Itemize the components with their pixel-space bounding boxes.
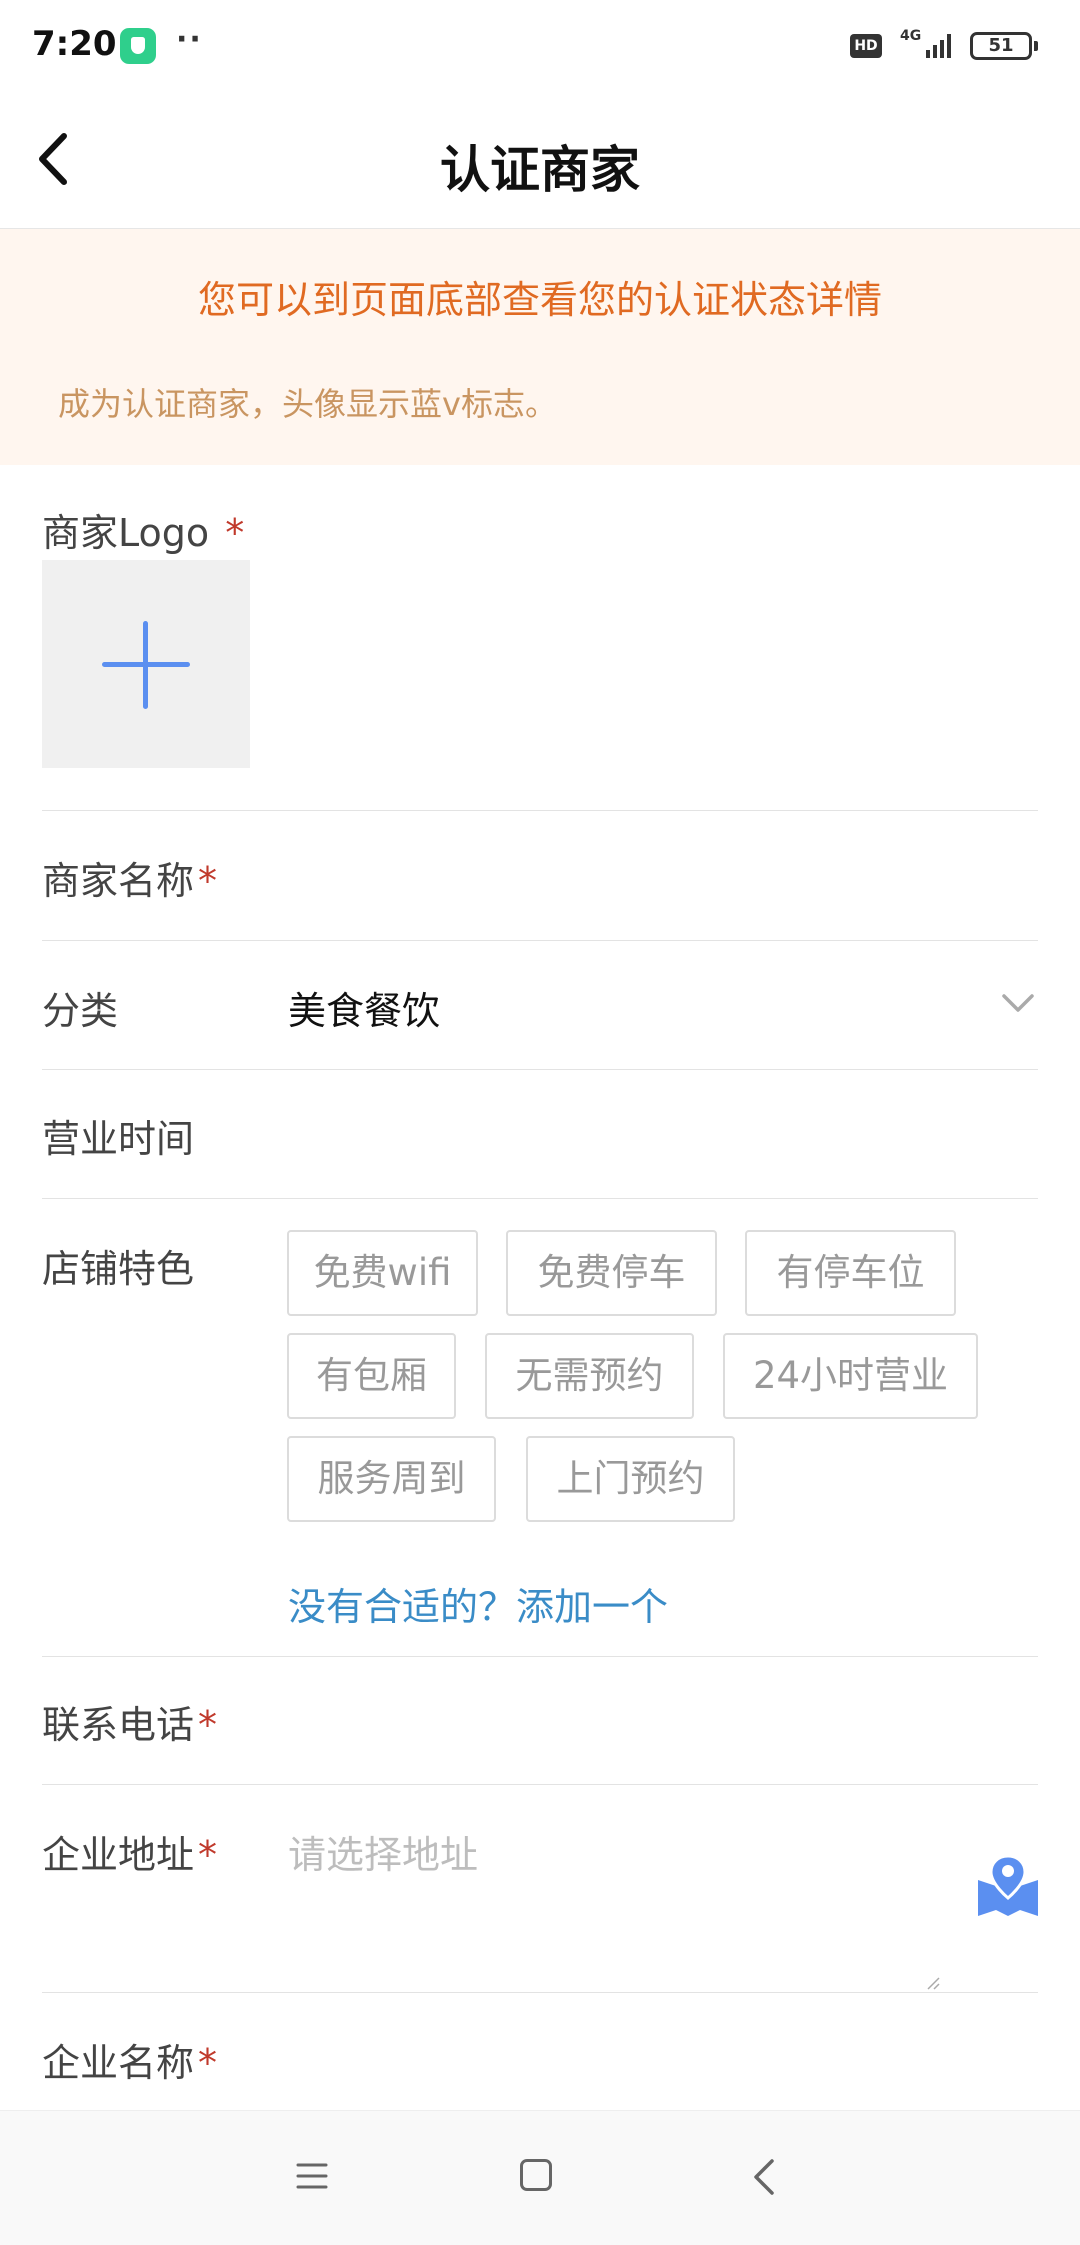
notice-banner: 您可以到页面底部查看您的认证状态详情 成为认证商家，头像显示蓝v标志。 [0, 229, 1080, 465]
hours-field[interactable] [288, 1090, 1038, 1198]
divider [42, 1198, 1038, 1199]
logo-label: 商家Logo * [42, 511, 245, 555]
hd-badge: HD [850, 34, 882, 58]
signal-icon [926, 34, 951, 58]
name-label: 商家名称 * [42, 859, 218, 903]
name-field[interactable] [288, 830, 1038, 940]
notification-dots: ·· [176, 22, 203, 57]
divider [42, 810, 1038, 811]
battery-icon: 51 [970, 32, 1038, 60]
category-select[interactable]: 美食餐饮 [288, 960, 1038, 1070]
nav-bar: 认证商家 [0, 96, 1080, 229]
divider [42, 1656, 1038, 1657]
home-square-icon[interactable] [520, 2159, 552, 2191]
notice-main-text: 您可以到页面底部查看您的认证状态详情 [197, 278, 882, 322]
feature-tag[interactable]: 免费停车 [506, 1230, 717, 1316]
status-bar: 7:20 ·· HD 4G 51 [0, 0, 1080, 96]
back-triangle-icon[interactable] [750, 2157, 778, 2197]
required-mark: * [198, 859, 218, 903]
notice-sub-text: 成为认证商家，头像显示蓝v标志。 [58, 385, 557, 423]
company-field[interactable] [288, 2012, 1038, 2108]
feature-tag[interactable]: 免费wifi [287, 1230, 478, 1316]
category-label: 分类 [42, 989, 119, 1033]
divider [42, 1069, 1038, 1070]
logo-upload-button[interactable] [42, 560, 250, 768]
feature-tag[interactable]: 24小时营业 [723, 1333, 978, 1419]
divider [42, 1992, 1038, 1993]
menu-icon[interactable] [296, 2161, 328, 2191]
address-label: 企业地址 * [42, 1833, 218, 1877]
feature-tag[interactable]: 有停车位 [745, 1230, 956, 1316]
divider [42, 940, 1038, 941]
feature-tag[interactable]: 有包厢 [287, 1333, 456, 1419]
battery-level: 51 [988, 35, 1014, 56]
required-mark: * [198, 1703, 218, 1747]
divider [42, 1784, 1038, 1785]
feature-tag[interactable]: 无需预约 [485, 1333, 694, 1419]
required-mark: * [225, 511, 245, 555]
address-placeholder: 请选择地址 [288, 1833, 479, 1877]
hours-label: 营业时间 [42, 1117, 195, 1161]
chevron-down-icon[interactable] [998, 988, 1038, 1018]
status-time: 7:20 [32, 24, 117, 64]
feature-tag[interactable]: 服务周到 [287, 1436, 496, 1522]
add-feature-link[interactable]: 没有合适的？添加一个 [288, 1576, 668, 1631]
address-field[interactable]: 请选择地址 [288, 1806, 938, 1992]
shield-check-icon [120, 28, 156, 64]
phone-field[interactable] [288, 1676, 1038, 1784]
required-mark: * [198, 2041, 218, 2085]
features-label: 店铺特色 [42, 1247, 195, 1291]
phone-label: 联系电话 * [42, 1703, 218, 1747]
page-title: 认证商家 [440, 141, 640, 199]
map-pin-icon[interactable] [976, 1852, 1040, 1918]
feature-tag[interactable]: 上门预约 [526, 1436, 735, 1522]
required-mark: * [198, 1833, 218, 1877]
category-value: 美食餐饮 [288, 989, 441, 1033]
company-label: 企业名称 * [42, 2041, 218, 2085]
resize-handle-icon[interactable] [926, 1976, 940, 1990]
system-nav-bar [0, 2110, 1080, 2245]
network-type: 4G [900, 28, 922, 44]
